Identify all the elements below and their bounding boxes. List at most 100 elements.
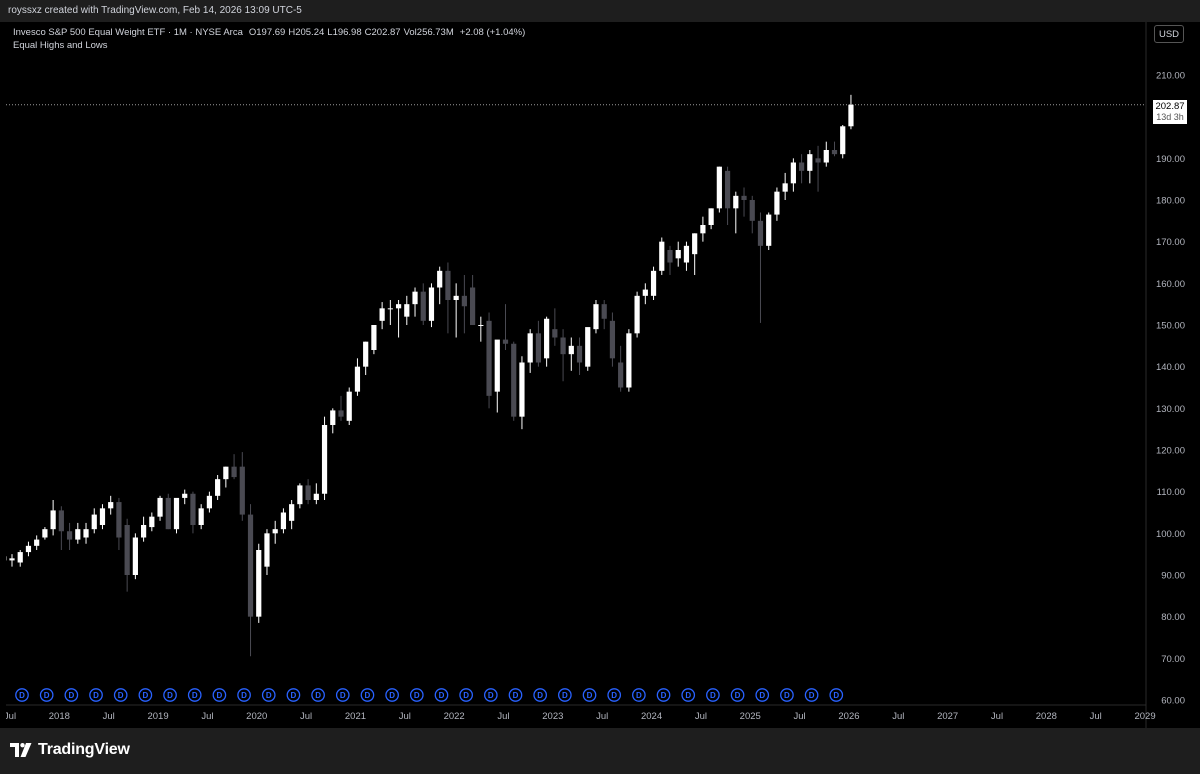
candle-up[interactable] bbox=[708, 208, 714, 225]
candle-up[interactable] bbox=[395, 304, 402, 309]
candle-up[interactable] bbox=[42, 529, 48, 538]
candle-up[interactable] bbox=[198, 508, 204, 525]
candle-up[interactable] bbox=[453, 295, 459, 300]
candle-up[interactable] bbox=[387, 308, 393, 310]
candle-up[interactable] bbox=[149, 516, 155, 528]
candle-down[interactable] bbox=[247, 514, 254, 617]
candle-up[interactable] bbox=[642, 289, 648, 296]
candle-down[interactable] bbox=[552, 329, 558, 338]
candle-up[interactable] bbox=[313, 493, 319, 500]
candle-down[interactable] bbox=[831, 150, 838, 155]
candle-up[interactable] bbox=[412, 291, 418, 305]
indicator-name[interactable]: Equal Highs and Lows bbox=[13, 39, 108, 52]
candle-up[interactable] bbox=[91, 514, 97, 530]
candle-up[interactable] bbox=[626, 333, 632, 388]
candle-down[interactable] bbox=[609, 320, 616, 359]
candle-up[interactable] bbox=[157, 497, 163, 517]
candle-up[interactable] bbox=[404, 304, 410, 317]
candle-up[interactable] bbox=[354, 366, 361, 392]
candle-up[interactable] bbox=[50, 510, 56, 530]
candle-down[interactable] bbox=[576, 345, 583, 363]
candle-up[interactable] bbox=[17, 552, 23, 563]
candle-up[interactable] bbox=[692, 233, 698, 255]
candle-down[interactable] bbox=[239, 466, 245, 515]
candle-up[interactable] bbox=[264, 533, 270, 567]
candle-down[interactable] bbox=[815, 158, 821, 163]
candle-down[interactable] bbox=[124, 525, 130, 575]
candle-up[interactable] bbox=[346, 391, 352, 421]
candle-down[interactable] bbox=[741, 195, 747, 200]
candle-down[interactable] bbox=[667, 250, 673, 263]
candle-up[interactable] bbox=[272, 529, 278, 534]
candle-down[interactable] bbox=[338, 410, 344, 417]
candle-up[interactable] bbox=[544, 318, 550, 359]
candle-up[interactable] bbox=[108, 502, 114, 509]
candle-down[interactable] bbox=[618, 362, 624, 388]
chart-area[interactable]: 60.00 70.00 80.00 90.00 100.00 110.00 120.00 13… bbox=[6, 22, 1192, 728]
candle-up[interactable] bbox=[75, 529, 81, 540]
candle-down[interactable] bbox=[420, 291, 426, 321]
candle-up[interactable] bbox=[585, 327, 591, 367]
candle-up[interactable] bbox=[379, 308, 385, 321]
candle-up[interactable] bbox=[634, 295, 640, 334]
candle-up[interactable] bbox=[297, 485, 303, 505]
candle-down[interactable] bbox=[58, 510, 64, 532]
candle-up[interactable] bbox=[99, 508, 106, 525]
candlestick-chart[interactable]: 60.00 70.00 80.00 90.00 100.00 110.00 120.00 13… bbox=[6, 22, 1192, 728]
candle-down[interactable] bbox=[116, 502, 122, 538]
currency-button[interactable]: USD bbox=[1154, 25, 1184, 43]
candle-up[interactable] bbox=[478, 325, 484, 326]
candle-up[interactable] bbox=[782, 183, 788, 192]
candle-up[interactable] bbox=[83, 529, 89, 538]
candle-up[interactable] bbox=[716, 166, 722, 209]
candle-up[interactable] bbox=[519, 362, 525, 417]
candle-down[interactable] bbox=[502, 339, 509, 344]
candle-up[interactable] bbox=[675, 250, 681, 259]
candle-up[interactable] bbox=[659, 241, 665, 271]
candle-up[interactable] bbox=[173, 497, 180, 530]
candle-down[interactable] bbox=[66, 531, 73, 540]
candle-up[interactable] bbox=[141, 525, 147, 538]
candle-up[interactable] bbox=[25, 545, 32, 553]
candle-up[interactable] bbox=[256, 550, 262, 617]
candle-up[interactable] bbox=[593, 304, 599, 330]
candle-down[interactable] bbox=[231, 466, 237, 478]
candle-down[interactable] bbox=[165, 497, 171, 530]
candle-up[interactable] bbox=[568, 345, 574, 355]
candle-up[interactable] bbox=[321, 425, 328, 494]
indicator-row[interactable]: Equal Highs and Lows bbox=[13, 39, 525, 52]
candle-up[interactable] bbox=[494, 339, 500, 392]
candle-up[interactable] bbox=[823, 150, 829, 163]
candle-down[interactable] bbox=[601, 304, 607, 319]
candle-down[interactable] bbox=[445, 270, 451, 300]
candle-down[interactable] bbox=[799, 162, 805, 171]
candle-up[interactable] bbox=[206, 495, 212, 509]
candle-up[interactable] bbox=[223, 466, 229, 480]
candle-up[interactable] bbox=[733, 195, 739, 209]
candle-up[interactable] bbox=[289, 504, 295, 521]
candle-down[interactable] bbox=[461, 295, 467, 307]
candle-up[interactable] bbox=[700, 225, 706, 234]
candle-up[interactable] bbox=[330, 410, 336, 425]
candle-up[interactable] bbox=[683, 245, 690, 263]
candle-up[interactable] bbox=[437, 270, 443, 288]
candle-up[interactable] bbox=[848, 104, 854, 127]
candle-down[interactable] bbox=[724, 170, 731, 209]
candle-down[interactable] bbox=[757, 220, 764, 246]
candle-up[interactable] bbox=[363, 341, 369, 367]
candle-up[interactable] bbox=[280, 512, 287, 530]
candle-up[interactable] bbox=[428, 287, 435, 321]
candle-up[interactable] bbox=[807, 154, 813, 171]
candle-up[interactable] bbox=[215, 479, 221, 496]
candle-up[interactable] bbox=[132, 537, 138, 576]
candle-up[interactable] bbox=[527, 333, 533, 363]
tradingview-logo[interactable]: TradingView bbox=[10, 741, 130, 759]
candle-up[interactable] bbox=[371, 325, 377, 350]
candle-up[interactable] bbox=[774, 191, 780, 215]
candle-up[interactable] bbox=[34, 539, 40, 546]
candle-down[interactable] bbox=[190, 493, 196, 525]
candle-up[interactable] bbox=[840, 126, 846, 155]
candle-up[interactable] bbox=[766, 214, 772, 246]
candle-down[interactable] bbox=[535, 333, 541, 363]
candle-down[interactable] bbox=[560, 337, 566, 355]
